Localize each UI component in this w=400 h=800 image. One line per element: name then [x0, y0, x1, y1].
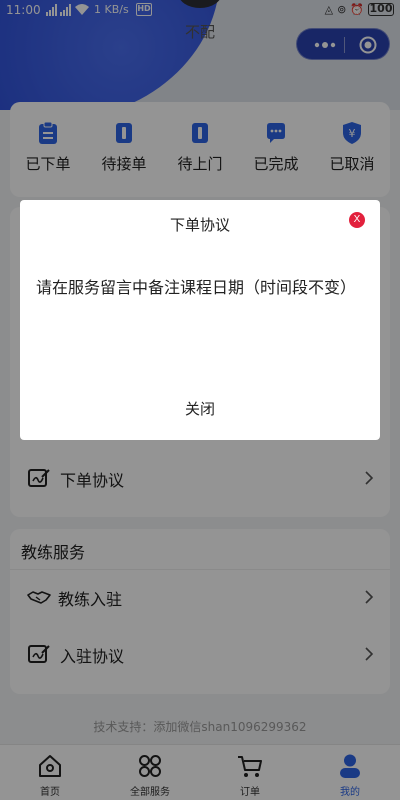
close-icon[interactable]: X: [349, 212, 365, 228]
order-agreement-modal: 下单协议 X 请在服务留言中备注课程日期（时间段不变） 关闭: [20, 200, 380, 440]
modal-body-text: 请在服务留言中备注课程日期（时间段不变）: [36, 278, 357, 297]
modal-title: 下单协议: [169, 216, 230, 234]
modal-close-button[interactable]: 关闭: [20, 398, 380, 419]
